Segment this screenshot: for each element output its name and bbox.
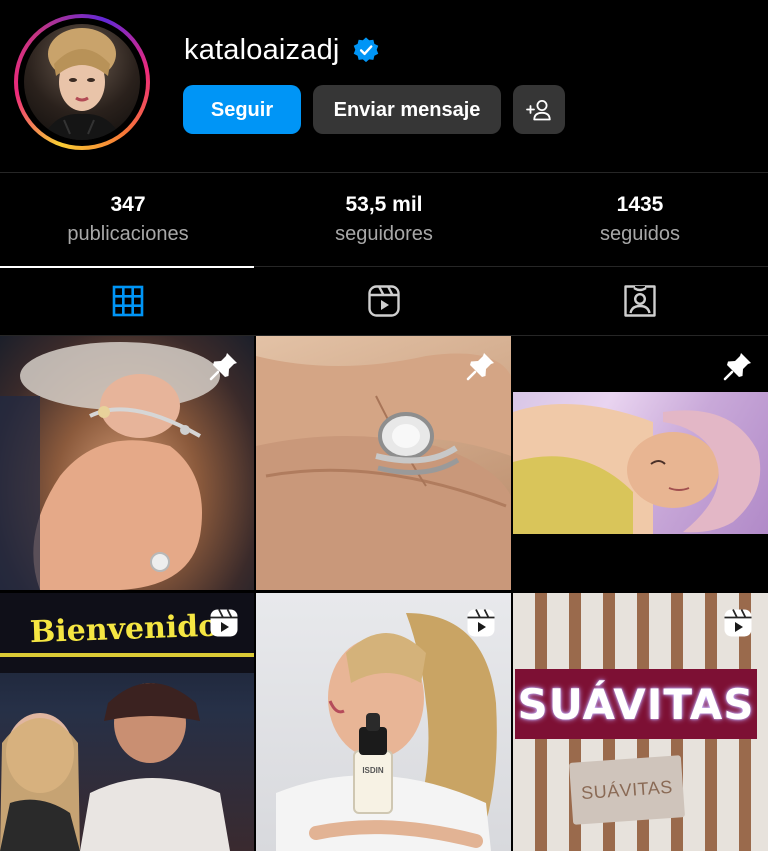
reel-icon bbox=[467, 609, 495, 637]
suggest-accounts-button[interactable] bbox=[513, 85, 565, 134]
send-message-button[interactable]: Enviar mensaje bbox=[313, 85, 501, 134]
profile-stats: 347 publicaciones 53,5 mil seguidores 14… bbox=[0, 173, 768, 266]
grid-icon bbox=[112, 285, 144, 317]
suavitas-sign: SUÁVITAS bbox=[515, 669, 757, 739]
stat-posts-label: publicaciones bbox=[67, 223, 189, 245]
suavitas-card: SUÁVITAS bbox=[568, 755, 686, 825]
username-row: kataloaizadj bbox=[184, 30, 380, 70]
reels-icon bbox=[368, 285, 400, 317]
reel-badge bbox=[722, 607, 754, 639]
stat-posts-value: 347 bbox=[110, 193, 146, 216]
stat-following[interactable]: 1435 seguidos bbox=[512, 173, 768, 266]
avatar[interactable] bbox=[24, 24, 140, 140]
pinned-badge bbox=[208, 350, 240, 382]
post-thumbnail[interactable]: ISDIN bbox=[256, 593, 511, 851]
stat-posts[interactable]: 347 publicaciones bbox=[0, 173, 256, 266]
post-thumbnail[interactable] bbox=[256, 336, 511, 590]
stat-followers-label: seguidores bbox=[335, 223, 433, 245]
tab-posts-grid[interactable] bbox=[0, 266, 256, 335]
verified-badge-icon bbox=[353, 37, 378, 63]
pin-icon bbox=[466, 353, 494, 381]
suavitas-card-text: SUÁVITAS bbox=[580, 776, 674, 803]
product-label: ISDIN bbox=[362, 766, 384, 775]
stat-followers-value: 53,5 mil bbox=[345, 193, 423, 216]
pinned-badge bbox=[722, 350, 754, 382]
post-thumbnail[interactable]: SUÁVITAS SUÁVITAS bbox=[513, 593, 768, 851]
pinned-badge bbox=[465, 350, 497, 382]
stat-followers[interactable]: 53,5 mil seguidores bbox=[256, 173, 512, 266]
stat-following-label: seguidos bbox=[599, 223, 681, 245]
neon-sign-text: Bienvenidos bbox=[29, 608, 235, 650]
pin-icon bbox=[209, 353, 237, 381]
tagged-icon bbox=[624, 285, 656, 317]
avatar-gap bbox=[18, 18, 146, 146]
reel-badge bbox=[465, 607, 497, 639]
story-ring[interactable] bbox=[14, 14, 150, 150]
suavitas-sign-text: SUÁVITAS bbox=[517, 679, 755, 729]
tab-reels[interactable] bbox=[256, 267, 512, 335]
reel-badge bbox=[208, 607, 240, 639]
tab-tagged[interactable] bbox=[512, 267, 768, 335]
add-person-icon bbox=[526, 99, 551, 120]
profile-tabs bbox=[0, 266, 768, 335]
post-thumbnail[interactable]: Bienvenidos bbox=[0, 593, 254, 851]
post-image-face-mask bbox=[513, 392, 768, 534]
profile-header: kataloaizadj Seguir Enviar mensaje bbox=[0, 0, 768, 172]
stat-following-value: 1435 bbox=[616, 193, 664, 216]
avatar-portrait bbox=[42, 28, 122, 140]
pin-icon bbox=[723, 353, 751, 381]
reel-icon bbox=[724, 609, 752, 637]
follow-button[interactable]: Seguir bbox=[183, 85, 301, 134]
username: kataloaizadj bbox=[184, 33, 340, 66]
reel-icon bbox=[210, 609, 238, 637]
post-thumbnail[interactable] bbox=[0, 336, 254, 590]
post-thumbnail[interactable] bbox=[513, 336, 768, 590]
posts-grid: Bienvenidos ISDIN SUÁVITAS SUÁVITAS bbox=[0, 336, 768, 851]
face-mask-illustration bbox=[513, 404, 761, 534]
